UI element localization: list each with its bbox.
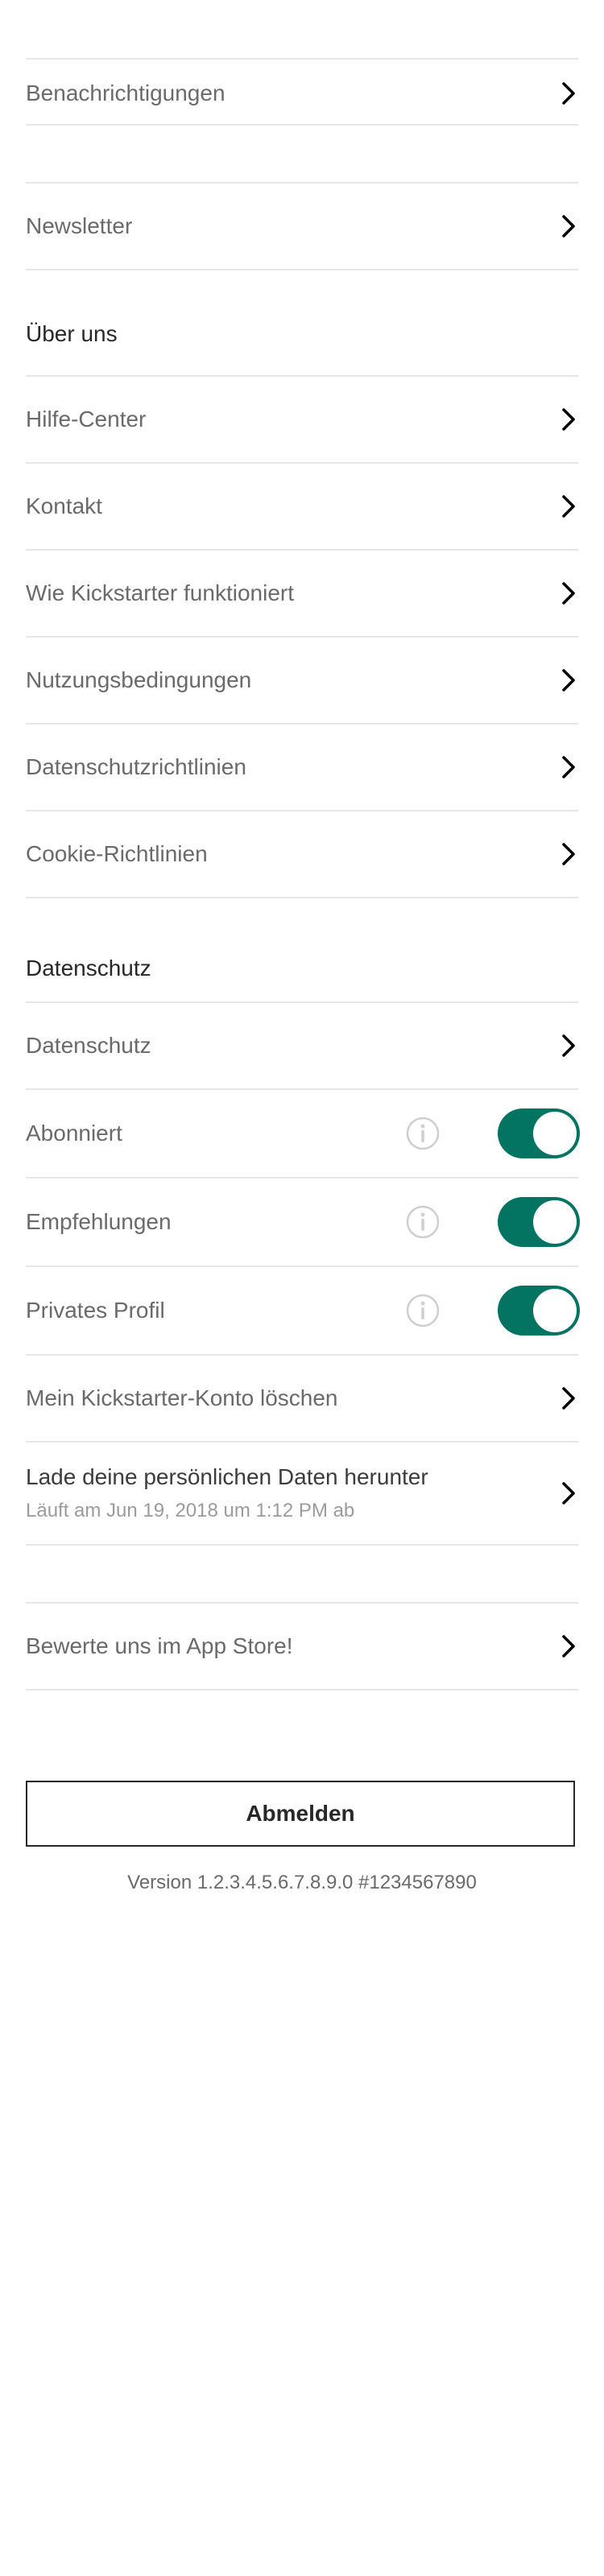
divider	[26, 58, 578, 60]
row-subtitle: Läuft am Jun 19, 2018 um 1:12 PM ab	[26, 1500, 355, 1521]
row-label: Empfehlungen	[26, 1209, 172, 1234]
row-private-profile: Privates Profil	[26, 1267, 580, 1354]
download-data-text: Lade deine persönlichen Daten herunter L…	[26, 1463, 428, 1523]
row-label: Cookie-Richtlinien	[26, 841, 208, 866]
row-privacy-policy[interactable]: Datenschutzrichtlinien	[26, 724, 578, 810]
version-label: Version 1.2.3.4.5.6.7.8.9.0 #1234567890	[127, 1872, 477, 1893]
row-label: Datenschutz	[26, 1033, 151, 1058]
logout-button[interactable]: Abmelden	[26, 1781, 575, 1847]
divider	[26, 897, 578, 898]
row-rate-app[interactable]: Bewerte uns im App Store!	[26, 1604, 578, 1689]
info-icon[interactable]	[406, 1294, 440, 1327]
row-label: Benachrichtigungen	[26, 80, 225, 105]
row-label: Wie Kickstarter funktioniert	[26, 580, 294, 605]
divider	[26, 269, 578, 270]
row-label: Hilfe-Center	[26, 407, 147, 431]
row-label: Kontakt	[26, 493, 102, 518]
subscribed-toggle[interactable]	[498, 1108, 580, 1158]
row-download-data[interactable]: Lade deine persönlichen Daten herunter L…	[26, 1443, 578, 1544]
recommendations-toggle[interactable]	[498, 1197, 580, 1247]
info-icon[interactable]	[406, 1205, 440, 1239]
row-label: Datenschutzrichtlinien	[26, 754, 246, 779]
toggle-knob	[533, 1289, 577, 1332]
section-header-privacy: Datenschutz	[26, 956, 151, 980]
toggle-knob	[533, 1200, 577, 1244]
chevron-right-icon	[559, 494, 578, 518]
row-label: Mein Kickstarter-Konto löschen	[26, 1385, 338, 1410]
row-label: Privates Profil	[26, 1298, 165, 1323]
divider	[26, 124, 578, 126]
row-recommendations: Empfehlungen	[26, 1179, 580, 1265]
row-help-center[interactable]: Hilfe-Center	[26, 377, 578, 462]
chevron-right-icon	[559, 407, 578, 431]
row-label: Nutzungsbedingungen	[26, 667, 252, 692]
row-delete-account[interactable]: Mein Kickstarter-Konto löschen	[26, 1356, 578, 1441]
chevron-right-icon	[559, 1386, 578, 1410]
info-icon[interactable]	[406, 1117, 440, 1150]
row-newsletter[interactable]: Newsletter	[26, 184, 578, 269]
row-label: Bewerte uns im App Store!	[26, 1633, 293, 1658]
row-terms-of-use[interactable]: Nutzungsbedingungen	[26, 638, 578, 723]
chevron-right-icon	[559, 81, 578, 105]
row-label: Newsletter	[26, 213, 133, 238]
chevron-right-icon	[559, 668, 578, 692]
row-notifications[interactable]: Benachrichtigungen	[26, 61, 578, 126]
chevron-right-icon	[559, 1034, 578, 1058]
row-label: Lade deine persönlichen Daten herunter	[26, 1464, 428, 1489]
private-profile-toggle[interactable]	[498, 1286, 580, 1335]
chevron-right-icon	[559, 755, 578, 779]
chevron-right-icon	[559, 1634, 578, 1658]
chevron-right-icon	[559, 1481, 578, 1505]
chevron-right-icon	[559, 842, 578, 866]
row-how-kickstarter-works[interactable]: Wie Kickstarter funktioniert	[26, 551, 578, 636]
chevron-right-icon	[559, 214, 578, 238]
divider	[26, 1544, 578, 1546]
toggle-knob	[533, 1112, 577, 1155]
chevron-right-icon	[559, 581, 578, 605]
divider	[26, 1689, 578, 1690]
row-subscribed: Abonniert	[26, 1090, 580, 1177]
row-contact[interactable]: Kontakt	[26, 464, 578, 549]
row-label: Abonniert	[26, 1121, 122, 1146]
row-privacy[interactable]: Datenschutz	[26, 1003, 578, 1088]
section-header-about: Über uns	[26, 321, 118, 346]
row-cookie-policy[interactable]: Cookie-Richtlinien	[26, 811, 578, 897]
